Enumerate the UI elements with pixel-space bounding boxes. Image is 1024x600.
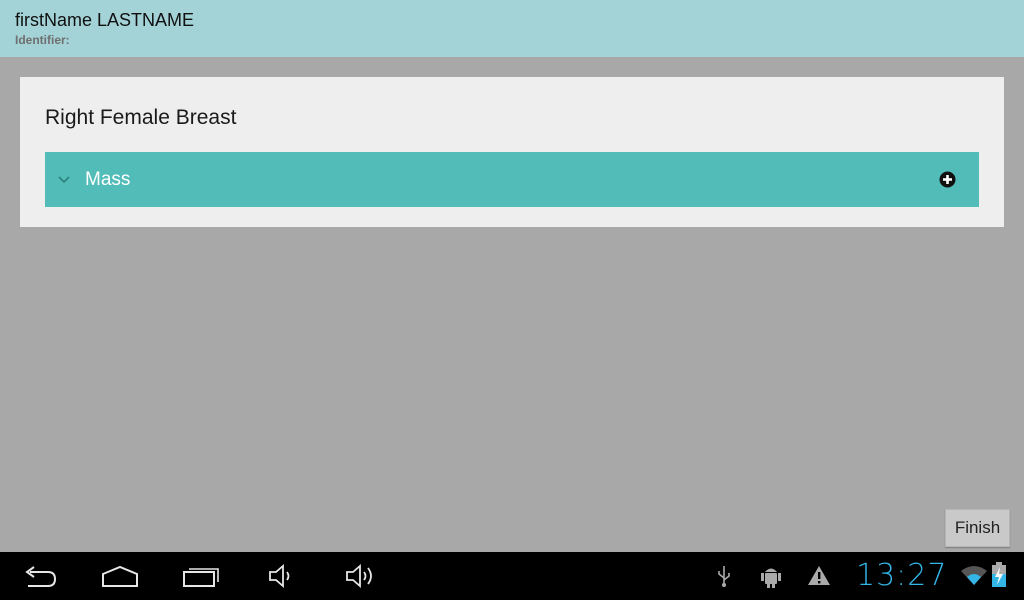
section-title: Right Female Breast [45,106,237,129]
wifi-icon [960,565,988,590]
recent-apps-icon[interactable] [182,560,220,597]
finish-button[interactable]: Finish [945,509,1010,547]
home-icon[interactable] [101,560,139,597]
system-navigation-bar: 13:27 [0,552,1024,600]
plus-circle-icon[interactable] [937,170,957,190]
patient-header: firstName LASTNAME Identifier: [0,0,1024,57]
battery-charging-icon [991,562,1007,593]
group-row-mass[interactable]: Mass [45,152,979,207]
chevron-down-icon[interactable] [57,173,71,187]
usb-icon [716,564,732,593]
volume-up-icon[interactable] [344,560,376,597]
content-panel: Right Female Breast Mass [20,77,1004,227]
patient-name: firstName LASTNAME [15,10,195,30]
warning-icon [807,564,831,591]
identifier-label: Identifier: [15,33,70,47]
back-icon[interactable] [22,560,58,597]
clock-time: 13:27 [856,558,948,593]
volume-down-icon[interactable] [267,560,293,597]
group-label: Mass [85,168,131,190]
android-debug-icon [760,564,782,593]
